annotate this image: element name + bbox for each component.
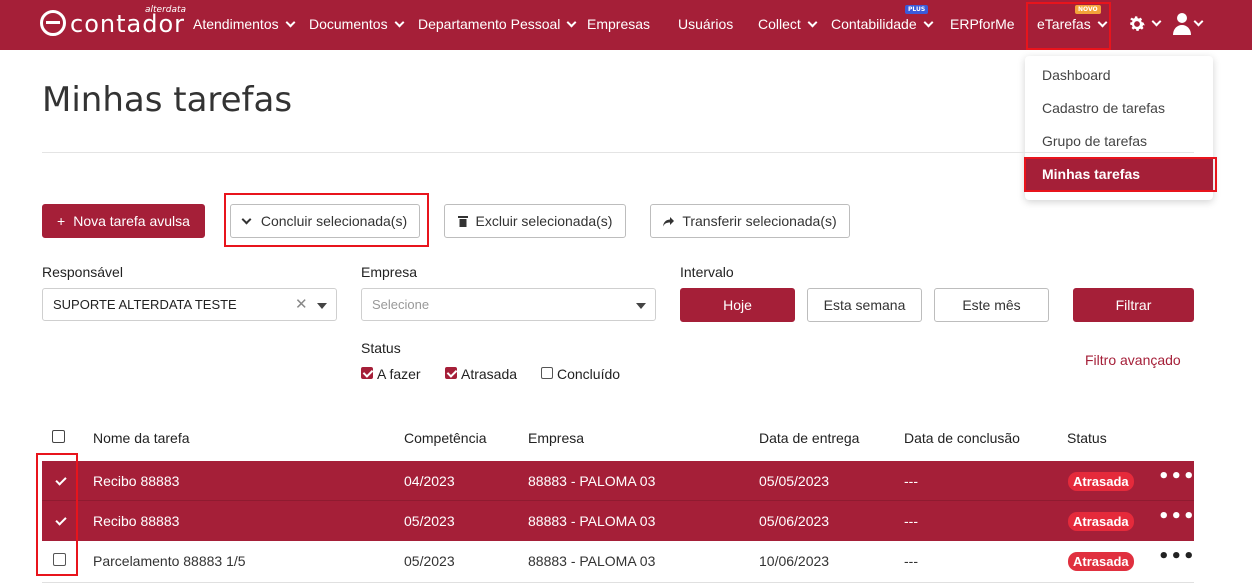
- highlight-minhas-tarefas: [1024, 157, 1217, 192]
- status-a-fazer-checkbox[interactable]: [361, 367, 373, 379]
- status-concluido-label: Concluído: [557, 366, 621, 382]
- trash-icon: [457, 216, 468, 227]
- chevron-down-icon: [394, 17, 405, 28]
- intervalo-label: Intervalo: [680, 264, 734, 280]
- status-badge: Atrasada: [1068, 472, 1134, 491]
- status-badge: Atrasada: [1068, 552, 1134, 571]
- task-data-entrega: 10/06/2023: [759, 553, 830, 569]
- task-competencia: 04/2023: [404, 473, 455, 489]
- table-row[interactable]: Recibo 88883 04/2023 88883 - PALOMA 03 0…: [42, 461, 1196, 501]
- chevron-down-icon: [566, 17, 577, 28]
- nav-label: Collect: [758, 16, 801, 32]
- status-label: Status: [361, 340, 401, 356]
- nav-atendimentos[interactable]: Atendimentos: [193, 0, 296, 50]
- highlight-complete-selected: [224, 193, 429, 247]
- column-header-data-entrega: Data de entrega: [759, 430, 860, 446]
- task-name: Recibo 88883: [93, 473, 180, 489]
- logo-subtext: alterdata: [145, 5, 187, 15]
- task-data-entrega: 05/06/2023: [759, 513, 830, 529]
- filter-button[interactable]: Filtrar: [1073, 288, 1194, 322]
- task-empresa: 88883 - PALOMA 03: [528, 513, 656, 529]
- nav-label: Usuários: [678, 16, 734, 32]
- nav-usuarios[interactable]: Usuários: [678, 0, 733, 50]
- column-header-nome: Nome da tarefa: [93, 430, 190, 446]
- nav-label: Empresas: [587, 16, 651, 32]
- select-all-checkbox[interactable]: [52, 430, 65, 443]
- responsavel-value: SUPORTE ALTERDATA TESTE: [53, 297, 237, 312]
- status-atrasada-label: Atrasada: [461, 366, 518, 382]
- task-name: Recibo 88883: [93, 513, 180, 529]
- top-navbar: contador alterdata Atendimentos Document…: [0, 0, 1252, 50]
- interval-week-button[interactable]: Esta semana: [807, 288, 922, 322]
- column-header-competencia: Competência: [404, 430, 487, 446]
- nav-label: Atendimentos: [193, 16, 279, 32]
- task-competencia: 05/2023: [404, 513, 455, 529]
- chevron-down-icon[interactable]: [1193, 16, 1204, 27]
- column-header-status: Status: [1067, 430, 1107, 446]
- column-header-empresa: Empresa: [528, 430, 585, 446]
- share-arrow-icon: [663, 217, 675, 227]
- menu-item-cadastro-de-tarefas[interactable]: Cadastro de tarefas: [1025, 92, 1213, 125]
- task-data-conclusao: ---: [904, 473, 918, 489]
- responsavel-select[interactable]: SUPORTE ALTERDATA TESTE ✕: [42, 288, 337, 321]
- task-data-conclusao: ---: [904, 553, 918, 569]
- new-task-button[interactable]: + Nova tarefa avulsa: [42, 204, 205, 238]
- transfer-selected-button[interactable]: Transferir selecionada(s): [650, 204, 850, 238]
- delete-selected-button[interactable]: Excluir selecionada(s): [444, 204, 626, 238]
- empresa-select[interactable]: Selecione: [361, 288, 656, 321]
- nav-empresas[interactable]: Empresas: [587, 0, 650, 50]
- chevron-down-icon: [285, 17, 296, 28]
- nav-label: Departamento Pessoal: [418, 16, 561, 32]
- nav-erpforme[interactable]: ERPforMe: [950, 0, 1015, 50]
- more-options-icon[interactable]: •••: [1158, 541, 1196, 581]
- clear-icon[interactable]: ✕: [295, 289, 308, 320]
- nav-label: Contabilidade: [831, 16, 917, 32]
- table-row[interactable]: Parcelamento 88883 1/5 05/2023 88883 - P…: [42, 541, 1196, 583]
- status-concluido-checkbox[interactable]: [541, 367, 553, 379]
- responsavel-label: Responsável: [42, 264, 123, 280]
- divider: [42, 152, 1194, 153]
- interval-month-button[interactable]: Este mês: [934, 288, 1049, 322]
- new-task-label: Nova tarefa avulsa: [73, 213, 190, 229]
- nav-documentos[interactable]: Documentos: [309, 0, 405, 50]
- empresa-label: Empresa: [361, 264, 418, 280]
- logo-e-icon: [40, 10, 66, 36]
- chevron-down-icon: [807, 17, 818, 28]
- nav-departamento-pessoal[interactable]: Departamento Pessoal: [418, 0, 577, 50]
- more-options-icon[interactable]: •••: [1158, 461, 1196, 501]
- status-atrasada-checkbox[interactable]: [445, 367, 457, 379]
- highlight-row-checkboxes: [36, 453, 78, 576]
- caret-down-icon: [636, 303, 646, 309]
- nav-collect[interactable]: Collect: [758, 0, 818, 50]
- gear-icon[interactable]: [1127, 14, 1147, 34]
- status-a-fazer-label: A fazer: [377, 366, 421, 382]
- task-empresa: 88883 - PALOMA 03: [528, 553, 656, 569]
- advanced-filter-link[interactable]: Filtro avançado: [1085, 352, 1181, 368]
- interval-today-button[interactable]: Hoje: [680, 288, 795, 322]
- task-data-entrega: 05/05/2023: [759, 473, 830, 489]
- empresa-placeholder: Selecione: [372, 297, 430, 312]
- task-data-conclusao: ---: [904, 513, 918, 529]
- task-empresa: 88883 - PALOMA 03: [528, 473, 656, 489]
- table-row[interactable]: Recibo 88883 05/2023 88883 - PALOMA 03 0…: [42, 501, 1196, 541]
- user-icon[interactable]: [1172, 12, 1192, 36]
- page-title: Minhas tarefas: [42, 80, 293, 120]
- transfer-selected-label: Transferir selecionada(s): [682, 213, 837, 229]
- task-competencia: 05/2023: [404, 553, 455, 569]
- caret-down-icon: [317, 303, 327, 309]
- chevron-down-icon[interactable]: [1151, 16, 1162, 27]
- task-name: Parcelamento 88883 1/5: [93, 553, 246, 569]
- plus-icon: +: [57, 213, 66, 229]
- menu-item-grupo-de-tarefas[interactable]: Grupo de tarefas: [1025, 125, 1213, 158]
- chevron-down-icon: [923, 17, 934, 28]
- more-options-icon[interactable]: •••: [1158, 501, 1196, 541]
- status-badge: Atrasada: [1068, 512, 1134, 531]
- highlight-etarefas: [1026, 2, 1111, 50]
- plus-badge: PLUS: [905, 5, 929, 14]
- delete-selected-label: Excluir selecionada(s): [475, 213, 613, 229]
- nav-label: ERPforMe: [950, 16, 1015, 32]
- nav-label: Documentos: [309, 16, 388, 32]
- menu-item-dashboard[interactable]: Dashboard: [1025, 59, 1213, 92]
- column-header-data-conclusao: Data de conclusão: [904, 430, 1020, 446]
